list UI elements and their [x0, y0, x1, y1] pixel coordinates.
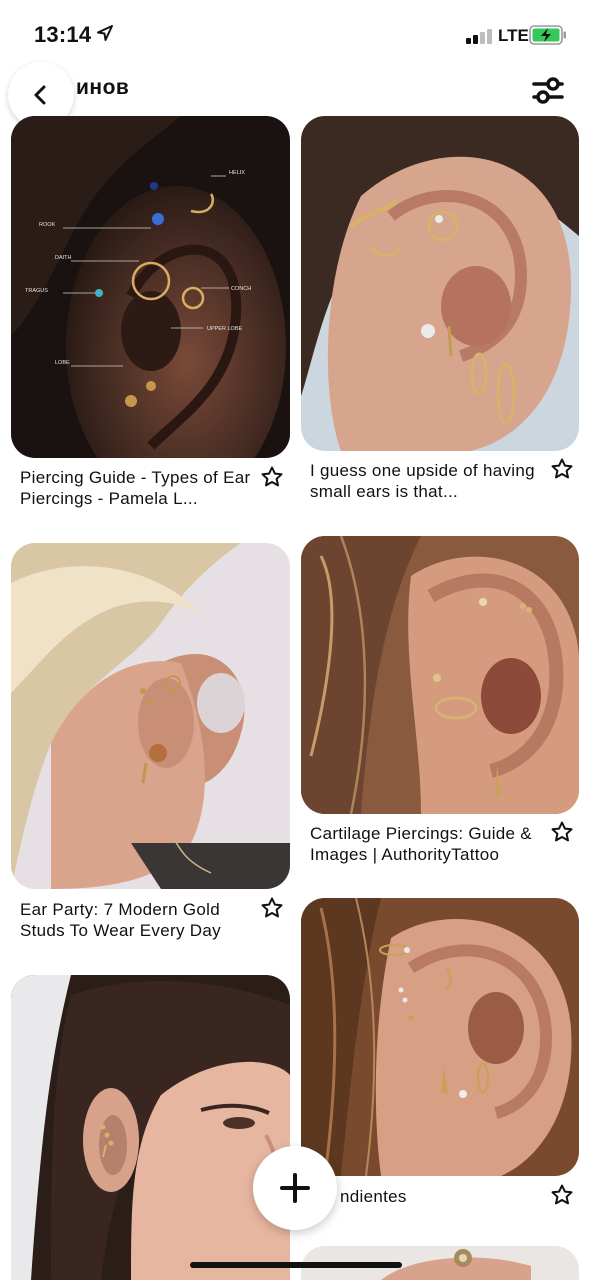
pin-title[interactable]: I guess one upside of having small ears … [310, 460, 542, 502]
location-arrow-icon [97, 25, 113, 41]
chevron-left-icon [34, 85, 46, 105]
signal-icon [466, 28, 494, 44]
filter-button[interactable] [528, 70, 568, 110]
diagram-label: LOBE [55, 360, 70, 366]
diagram-label: DAITH [55, 255, 72, 261]
save-star-icon[interactable] [550, 457, 574, 481]
add-button[interactable] [253, 1146, 337, 1230]
save-star-icon[interactable] [260, 465, 284, 489]
pin-image[interactable] [11, 543, 290, 889]
board-header: инов [0, 60, 591, 128]
diagram-label: HELIX [229, 170, 245, 176]
diagram-label: UPPER LOBE [207, 326, 242, 332]
battery-charging-icon [529, 25, 566, 45]
pin-image[interactable]: HELIX ROOK DAITH TRAGUS CONCH UPPER LOBE… [11, 116, 290, 458]
pin-title[interactable]: Piercing Guide - Types of Ear Piercings … [20, 467, 252, 509]
status-bar: 13:14 LTE [0, 0, 591, 60]
pin-image[interactable] [11, 975, 290, 1280]
status-time: 13:14 [34, 22, 92, 47]
pin-image[interactable] [301, 898, 579, 1176]
diagram-label: CONCH [231, 286, 251, 292]
diagram-label: ROOK [39, 222, 56, 228]
home-indicator[interactable] [190, 1262, 402, 1268]
pin-image[interactable] [301, 116, 579, 451]
pin-image[interactable] [301, 536, 579, 814]
plus-icon [280, 1173, 310, 1203]
pin-title[interactable]: Cartilage Piercings: Guide & Images | Au… [310, 823, 550, 865]
save-star-icon[interactable] [550, 1183, 574, 1207]
pin-title[interactable]: Ear Party: 7 Modern Gold Studs To Wear E… [20, 899, 252, 941]
board-title: инов [76, 76, 130, 99]
pin-title[interactable]: ndientes [340, 1186, 540, 1207]
network-label: LTE [498, 26, 529, 45]
save-star-icon[interactable] [550, 820, 574, 844]
sliders-icon [532, 77, 564, 104]
save-star-icon[interactable] [260, 896, 284, 920]
diagram-label: TRAGUS [25, 288, 48, 294]
